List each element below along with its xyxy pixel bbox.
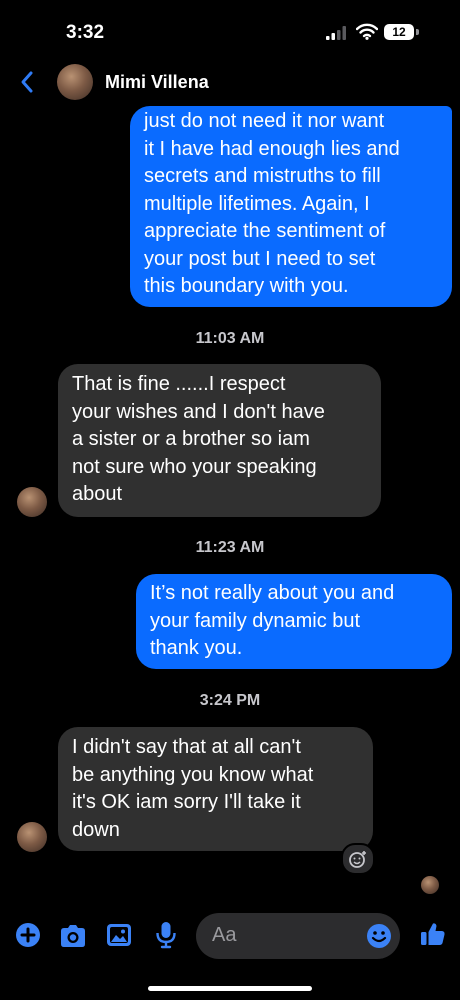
- sender-avatar[interactable]: [17, 822, 47, 852]
- message-line: appreciate the sentiment of: [144, 220, 386, 242]
- message-line: it's OK iam sorry I'll take it: [72, 791, 301, 813]
- seen-receipt-avatar: [421, 876, 439, 894]
- chat-header: Mimi Villena: [0, 60, 460, 106]
- composer-bar: Aa: [0, 910, 460, 962]
- back-chevron-icon[interactable]: [20, 70, 34, 94]
- message-line: That is fine ......I respect: [72, 373, 286, 395]
- message-timestamp: 11:03 AM: [195, 330, 265, 347]
- sender-avatar[interactable]: [17, 487, 47, 517]
- battery-cap: [416, 29, 419, 35]
- status-bar: 3:32 12: [0, 0, 460, 60]
- message-bubble-outgoing[interactable]: just do not need it nor want it I have h…: [130, 106, 452, 307]
- message-line: it I have had enough lies and: [144, 137, 400, 160]
- microphone-icon[interactable]: [155, 921, 177, 949]
- message-line: secrets and mistruths to fill: [144, 165, 381, 187]
- add-reaction-icon: [349, 851, 366, 868]
- message-line: not sure who your speaking: [72, 455, 317, 478]
- home-indicator: [148, 986, 312, 991]
- message-input-placeholder: Aa: [212, 924, 237, 946]
- message-line: a sister or a brother so iam: [72, 428, 310, 450]
- message-line: I didn't say that at all can't: [72, 736, 301, 758]
- thumbs-up-icon[interactable]: [420, 921, 446, 947]
- wifi-icon: [356, 23, 378, 40]
- message-bubble-incoming[interactable]: That is fine ......I respect your wishes…: [58, 364, 381, 517]
- message-line: your family dynamic but: [150, 609, 361, 632]
- message-line: be anything you know what: [72, 763, 314, 786]
- message-bubble-incoming[interactable]: I didn't say that at all can't be anythi…: [58, 727, 373, 851]
- contact-avatar[interactable]: [57, 64, 93, 100]
- message-line: multiple lifetimes. Again, I: [144, 192, 370, 215]
- cellular-signal-icon: [326, 26, 346, 40]
- message-line: It’s not really about you and: [150, 582, 395, 604]
- add-reaction-button[interactable]: [341, 843, 375, 875]
- image-icon[interactable]: [106, 923, 132, 947]
- contact-name[interactable]: Mimi Villena: [105, 72, 209, 93]
- message-line: just do not need it nor want: [144, 110, 385, 132]
- battery-indicator: 12: [384, 24, 414, 40]
- message-line: your wishes and I don't have: [72, 400, 325, 423]
- status-time: 3:32: [66, 22, 105, 43]
- message-input[interactable]: Aa: [196, 913, 400, 959]
- message-timestamp: 3:24 PM: [199, 692, 261, 709]
- emoji-icon[interactable]: [366, 923, 392, 949]
- message-line: your post but I need to set: [144, 247, 376, 270]
- message-line: this boundary with you.: [144, 275, 349, 297]
- plus-circle-icon[interactable]: [15, 922, 41, 948]
- message-timestamp: 11:23 AM: [195, 539, 265, 556]
- message-line: thank you.: [150, 637, 243, 659]
- camera-icon[interactable]: [59, 924, 87, 948]
- message-line: down: [72, 818, 120, 841]
- message-line: about: [72, 483, 123, 505]
- message-bubble-outgoing[interactable]: It’s not really about you and your famil…: [136, 574, 452, 669]
